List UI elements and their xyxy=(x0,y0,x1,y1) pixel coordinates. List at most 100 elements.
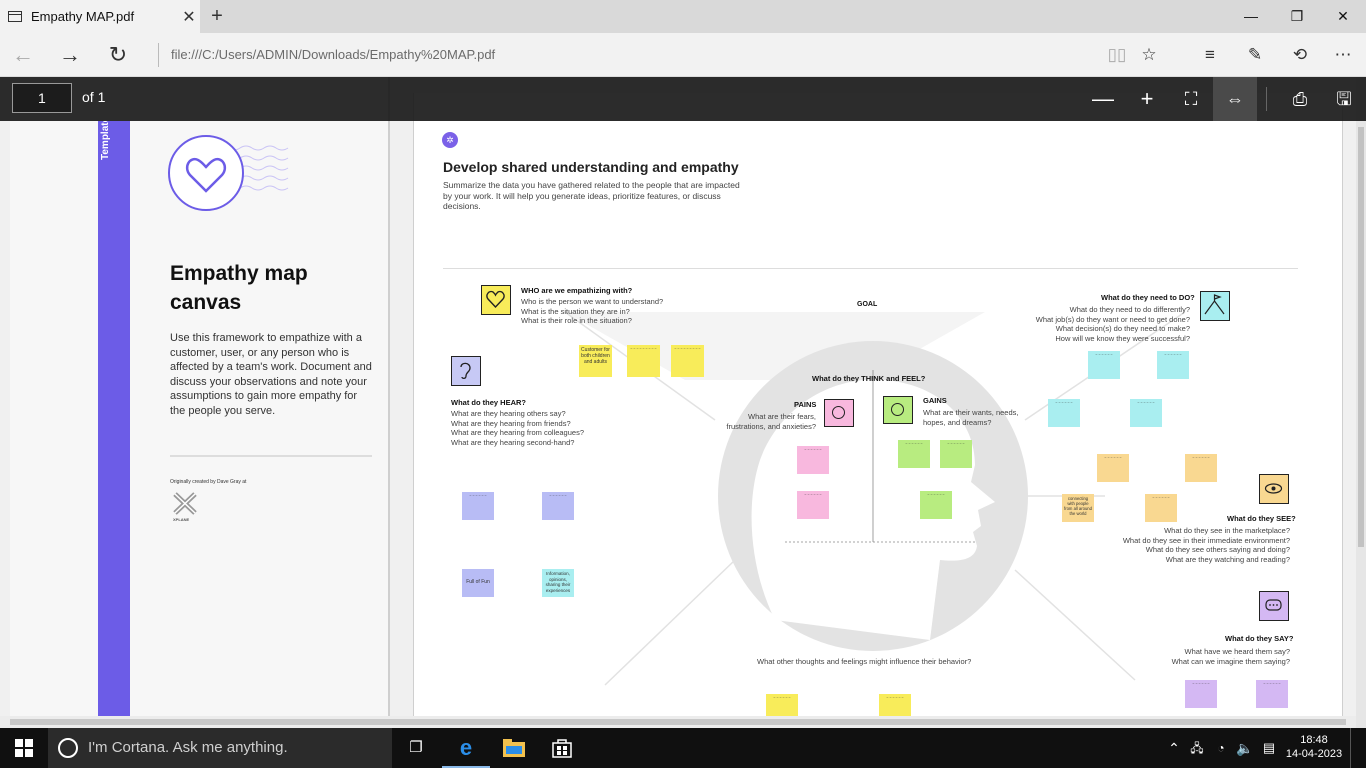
scroll-thumb[interactable] xyxy=(1358,127,1364,547)
tab-close-icon[interactable]: ✕ xyxy=(178,7,200,27)
task-view-icon[interactable]: ❐ xyxy=(392,728,440,768)
see-heading: What do they SEE? xyxy=(1227,514,1296,523)
zoom-out-icon[interactable]: — xyxy=(1081,77,1125,121)
other-thoughts-question: What other thoughts and feelings might i… xyxy=(757,657,972,666)
sticky-note: ~ ~ ~ ~ ~ ~ xyxy=(1157,351,1189,379)
show-desktop-button[interactable] xyxy=(1350,728,1366,768)
cortana-search-box[interactable]: I'm Cortana. Ask me anything. xyxy=(48,728,392,768)
windows-start-icon[interactable] xyxy=(0,728,48,768)
see-question: What do they see others saying and doing… xyxy=(1145,545,1290,554)
sticky-note: Information, opinions, sharing their exp… xyxy=(542,569,574,597)
hear-questions: What are they hearing others say? What a… xyxy=(451,409,584,447)
sticky-note: ~ ~ ~ ~ ~ ~ xyxy=(797,491,829,519)
forward-icon[interactable]: → xyxy=(55,40,85,70)
pains-heading: PAINS xyxy=(794,400,817,409)
keyboard-icon[interactable]: ▤ xyxy=(1258,728,1280,768)
chevron-up-icon[interactable]: ⌃ xyxy=(1164,728,1184,768)
divider xyxy=(170,455,372,457)
canvas-divider xyxy=(443,268,1298,269)
new-tab-button[interactable]: + xyxy=(206,4,228,28)
eye-icon xyxy=(1259,474,1289,504)
browser-tab[interactable]: Empathy MAP.pdf ✕ xyxy=(0,0,200,33)
favorite-star-icon[interactable]: ☆ xyxy=(1135,41,1163,69)
back-icon[interactable]: ← xyxy=(8,40,38,70)
sticky-note: ~ ~ ~ ~ ~ ~ xyxy=(920,491,952,519)
doc-title: Empathy map canvas xyxy=(170,262,308,314)
title-bar: Empathy MAP.pdf ✕ + — ❐ ✕ xyxy=(0,0,1366,33)
hear-question: What are they hearing second-hand? xyxy=(451,437,575,447)
hub-icon[interactable]: ≡ xyxy=(1196,41,1224,69)
who-questions: Who is the person we want to understand?… xyxy=(521,297,663,326)
template-label: Template xyxy=(100,116,111,160)
tab-title: Empathy MAP.pdf xyxy=(31,9,135,24)
address-field[interactable]: file:///C:/Users/ADMIN/Downloads/Empathy… xyxy=(158,43,495,67)
more-icon[interactable]: ⋯ xyxy=(1329,41,1357,69)
think-feel-heading: What do they THINK and FEEL? xyxy=(812,374,926,383)
xplane-label: XPLANE xyxy=(173,517,190,522)
hear-question: What are they hearing from friends? xyxy=(451,418,571,428)
save-icon[interactable]: 🖫 xyxy=(1322,77,1366,121)
sad-face-icon xyxy=(824,399,854,427)
wifi-icon[interactable]: ◔ xyxy=(1210,728,1232,768)
sticky-note: ~ ~ ~ ~ ~ ~ xyxy=(766,694,798,716)
sticky-note: ~ ~ ~ ~ ~ ~ xyxy=(542,492,574,520)
maximize-button[interactable]: ❐ xyxy=(1274,0,1320,33)
print-icon[interactable]: ⎙ xyxy=(1278,77,1322,121)
see-question: What are they watching and reading? xyxy=(1165,554,1290,564)
store-icon[interactable] xyxy=(538,728,586,768)
edge-icon[interactable]: e xyxy=(442,728,490,768)
zoom-in-icon[interactable]: + xyxy=(1125,77,1169,121)
cortana-icon xyxy=(58,738,78,758)
hear-question: What are they hearing others say? xyxy=(451,409,566,418)
happy-face-icon xyxy=(883,396,913,424)
refresh-icon[interactable]: ↻ xyxy=(103,40,133,70)
gains-question: What are their wants, needs, hopes, and … xyxy=(923,408,1019,427)
canvas-subheading: Summarize the data you have gathered rel… xyxy=(443,180,740,211)
volume-icon[interactable]: 🔈 xyxy=(1234,728,1256,768)
see-question: What do they see in their immediate envi… xyxy=(1122,535,1290,545)
do-question: What job(s) do they want or need to get … xyxy=(1035,314,1190,324)
mountain-flag-icon xyxy=(1200,291,1230,321)
sticky-note: connecting with people from all around t… xyxy=(1062,494,1094,522)
sticky-note: ~ ~ ~ ~ ~ ~ xyxy=(797,446,829,474)
page-icon xyxy=(8,11,22,22)
template-bar xyxy=(98,121,130,716)
share-icon[interactable]: ⟲ xyxy=(1286,41,1314,69)
sticky-note: ~ ~ ~ ~ ~ ~ xyxy=(1185,680,1217,708)
do-questions: What do they need to do differently? Wha… xyxy=(1030,305,1190,343)
say-questions: What have we heard them say? What can we… xyxy=(1130,647,1290,666)
hear-question: What are they hearing from colleagues? xyxy=(451,428,584,437)
fit-width-icon[interactable]: ⇔ xyxy=(1213,77,1257,121)
vertical-scrollbar[interactable] xyxy=(1356,77,1366,728)
file-explorer-icon[interactable] xyxy=(490,728,538,768)
reading-view-icon[interactable]: ▯▯ xyxy=(1103,41,1131,69)
clock[interactable]: 18:48 14-04-2023 xyxy=(1284,728,1344,768)
say-question: What have we heard them say? xyxy=(1184,647,1290,656)
sticky-note: Customer for both children and adults xyxy=(579,345,612,377)
minimize-button[interactable]: — xyxy=(1228,0,1274,33)
sticky-note: Full of Fun xyxy=(462,569,494,597)
see-questions: What do they see in the marketplace? Wha… xyxy=(1090,526,1290,564)
pains-question: What are their fears, frustrations, and … xyxy=(726,412,816,431)
goal-label: GOAL xyxy=(857,301,878,308)
fit-page-icon[interactable]: ⛶ xyxy=(1169,77,1213,121)
who-question: Who is the person we want to understand? xyxy=(521,297,664,306)
who-question: What is their role in the situation? xyxy=(521,316,632,325)
taskbar: I'm Cortana. Ask me anything. ❐ e ⌃ 🖧 ◔ … xyxy=(0,728,1366,768)
web-note-icon[interactable]: ✎ xyxy=(1241,41,1269,69)
page-count: of 1 xyxy=(82,89,106,105)
credit-text: Originally created by Dave Gray at xyxy=(170,479,247,485)
sticky-note: ~ ~ ~ ~ ~ ~ xyxy=(898,440,930,468)
page-number-input[interactable]: 1 xyxy=(12,83,72,113)
close-button[interactable]: ✕ xyxy=(1320,0,1366,33)
scroll-thumb[interactable] xyxy=(10,719,1346,725)
ear-icon xyxy=(451,356,481,386)
do-question: How will we know they were successful? xyxy=(1055,333,1190,343)
see-question: What do they see in the marketplace? xyxy=(1164,526,1290,535)
canvas-heading: Develop shared understanding and empathy xyxy=(443,159,739,175)
time: 18:48 xyxy=(1300,734,1328,746)
hear-heading: What do they HEAR? xyxy=(451,398,526,407)
date: 14-04-2023 xyxy=(1285,748,1343,760)
horizontal-scrollbar[interactable] xyxy=(0,716,1356,728)
network-adapter-icon[interactable]: 🖧 xyxy=(1186,728,1208,768)
